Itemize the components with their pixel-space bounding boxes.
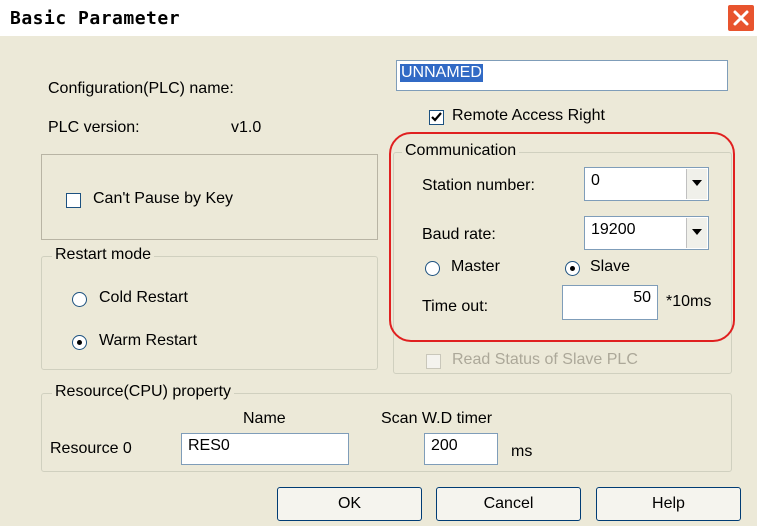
remote-access-label: Remote Access Right	[452, 107, 605, 124]
resource-row-label: Resource 0	[50, 440, 132, 457]
scan-timer-unit: ms	[511, 443, 533, 460]
plc-version-label: PLC version:	[48, 119, 140, 136]
basic-parameter-dialog: Basic Parameter Configuration(PLC) name:…	[0, 0, 757, 526]
read-status-label: Read Status of Slave PLC	[452, 351, 638, 368]
cant-pause-checkbox[interactable]	[66, 193, 81, 208]
title-bar: Basic Parameter	[0, 0, 757, 36]
warm-restart-label: Warm Restart	[99, 332, 198, 349]
name-column-header: Name	[243, 410, 286, 427]
resource-name-input[interactable]: RES0	[181, 433, 349, 465]
dialog-title: Basic Parameter	[10, 8, 181, 29]
config-name-value: UNNAMED	[400, 64, 483, 82]
resource-property-group	[41, 393, 732, 472]
close-button[interactable]	[727, 4, 755, 32]
resource-name-value: RES0	[188, 437, 230, 454]
scan-timer-value: 200	[431, 437, 458, 454]
annotation-highlight	[389, 132, 735, 342]
cancel-button[interactable]: Cancel	[436, 487, 581, 521]
scan-timer-input[interactable]: 200	[424, 433, 498, 465]
cant-pause-label: Can't Pause by Key	[93, 190, 234, 207]
scan-timer-column-header: Scan W.D timer	[381, 410, 493, 427]
warm-restart-radio[interactable]	[72, 335, 87, 350]
config-name-input[interactable]: UNNAMED	[396, 60, 728, 91]
config-name-label: Configuration(PLC) name:	[48, 80, 234, 97]
help-button[interactable]: Help	[596, 487, 741, 521]
ok-button[interactable]: OK	[277, 487, 422, 521]
restart-mode-title: Restart mode	[52, 246, 155, 264]
resource-property-title: Resource(CPU) property	[52, 383, 235, 401]
read-status-checkbox[interactable]	[426, 354, 441, 369]
checkmark-icon	[431, 112, 442, 122]
cold-restart-label: Cold Restart	[99, 289, 188, 306]
cold-restart-radio[interactable]	[72, 292, 87, 307]
plc-version-value: v1.0	[231, 119, 262, 136]
close-icon	[733, 10, 749, 26]
restart-mode-group	[41, 256, 378, 370]
remote-access-checkbox[interactable]	[429, 110, 444, 125]
